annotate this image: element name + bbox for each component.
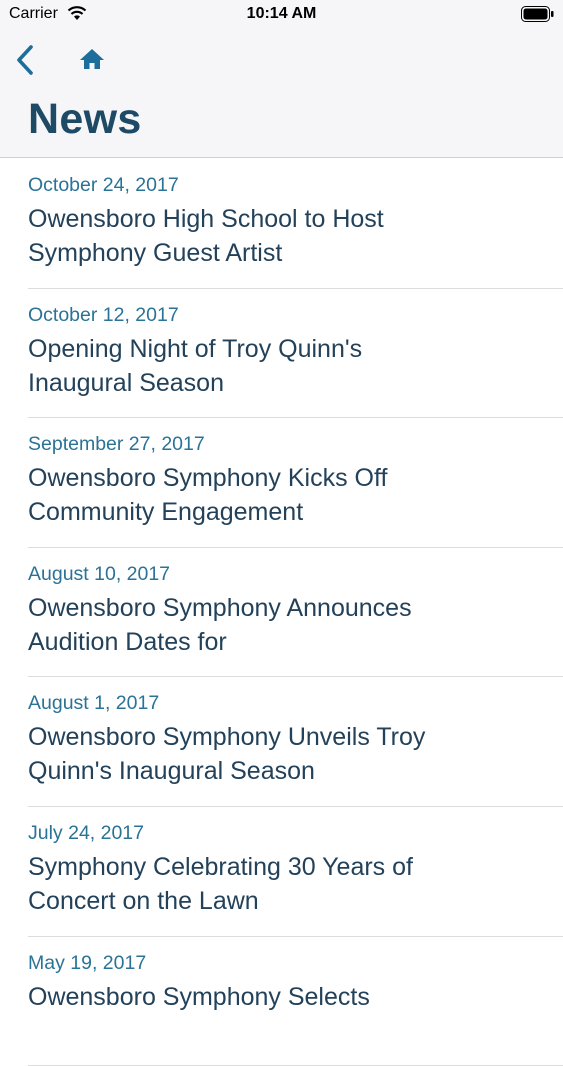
news-title: Owensboro Symphony Kicks Off Community E…	[28, 464, 388, 527]
header: Carrier 10:14 AM News	[0, 0, 563, 158]
back-button[interactable]	[12, 42, 42, 78]
status-bar: Carrier 10:14 AM	[0, 0, 563, 30]
home-button[interactable]	[76, 44, 108, 76]
news-date: October 24, 2017	[28, 174, 179, 196]
news-title: Opening Night of Troy Quinn's Inaugural …	[28, 334, 363, 397]
news-item[interactable]: August 1, 2017 Owensboro Symphony Unveil…	[28, 677, 563, 807]
news-date: September 27, 2017	[28, 433, 205, 456]
news-title: Symphony Celebrating 30 Years of Concert…	[28, 852, 413, 915]
news-item[interactable]: October 24, 2017 Owensboro High School t…	[28, 159, 563, 289]
navigation-bar	[0, 36, 563, 80]
news-item[interactable]: September 27, 2017 Owensboro Symphony Ki…	[28, 418, 563, 548]
news-item[interactable]: August 10, 2017 Owensboro Symphony Annou…	[28, 548, 563, 678]
battery-icon	[521, 6, 554, 22]
status-time: 10:14 AM	[246, 5, 317, 22]
news-title: Owensboro Symphony Announces Audition Da…	[28, 593, 412, 656]
news-item[interactable]: July 24, 2017 Symphony Celebrating 30 Ye…	[28, 807, 563, 937]
news-date: October 12, 2017	[28, 303, 179, 326]
news-title: Owensboro Symphony Unveils Troy Quinn's …	[28, 723, 426, 786]
news-date: August 10, 2017	[28, 562, 171, 585]
page-title: News	[28, 95, 142, 143]
news-title: Owensboro Symphony Selects	[28, 982, 370, 1011]
news-item[interactable]: May 19, 2017 Owensboro Symphony Selects	[28, 937, 563, 1066]
news-date: May 19, 2017	[28, 951, 147, 974]
home-icon	[80, 49, 104, 69]
news-date: August 1, 2017	[28, 692, 160, 715]
news-item[interactable]: October 12, 2017 Opening Night of Troy Q…	[28, 289, 563, 419]
news-list: October 24, 2017 Owensboro High School t…	[0, 159, 563, 1066]
news-title: Owensboro High School to Host Symphony G…	[28, 205, 384, 267]
chevron-left-icon	[17, 45, 33, 75]
news-date: July 24, 2017	[28, 821, 145, 844]
